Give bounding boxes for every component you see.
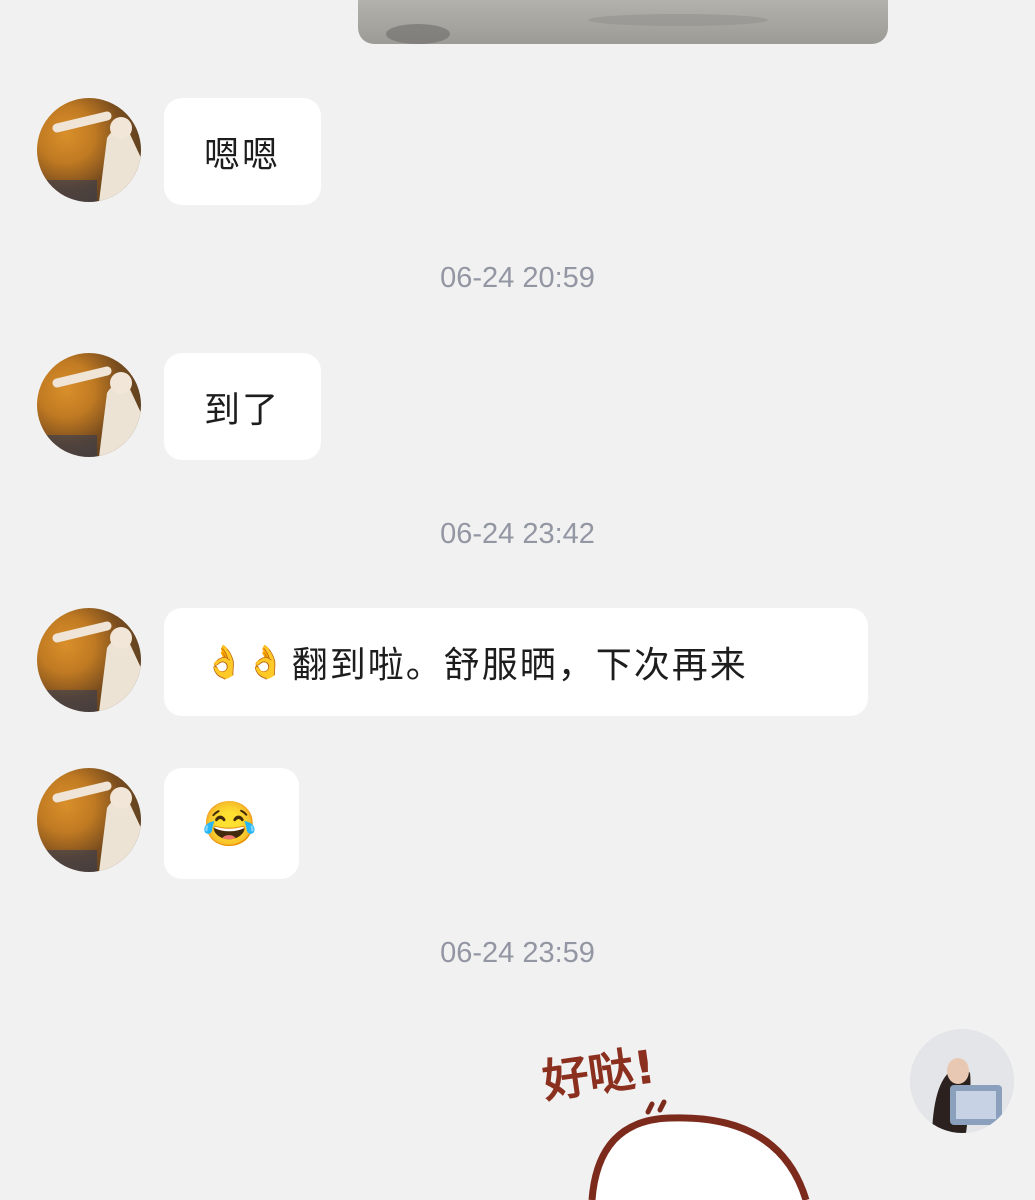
contact-avatar[interactable] (37, 353, 141, 457)
sticker-character-icon (588, 1099, 810, 1200)
timestamp: 06-24 23:42 (440, 518, 595, 550)
contact-avatar[interactable] (37, 98, 141, 202)
ok-hand-emoji-icon: 👌👌 (204, 643, 288, 681)
contact-avatar[interactable] (37, 608, 141, 712)
message-text: 嗯嗯 (204, 134, 281, 176)
avatar-image (37, 111, 141, 202)
sticker-message[interactable]: 好哒! (520, 1010, 880, 1200)
photo-message[interactable] (358, 0, 888, 44)
message-text: 到了 (204, 389, 281, 431)
timestamp: 06-24 23:59 (440, 937, 595, 969)
avatar-image (37, 366, 141, 457)
avatar-image (910, 1029, 1014, 1133)
timestamp: 06-24 20:59 (440, 262, 595, 294)
laughing-emoji-icon: 😂 (202, 798, 259, 850)
contact-avatar[interactable] (37, 768, 141, 872)
avatar-image (37, 621, 141, 712)
message-bubble[interactable]: 嗯嗯 (164, 98, 321, 205)
avatar-image (37, 781, 141, 872)
message-text: 翻到啦。舒服晒，下次再来 (291, 645, 748, 686)
message-bubble[interactable]: 到了 (164, 353, 321, 460)
my-avatar[interactable] (910, 1029, 1014, 1133)
message-bubble[interactable]: 😂 (164, 768, 299, 879)
photo-thumbnail (386, 14, 768, 44)
message-bubble[interactable]: 👌👌 翻到啦。舒服晒，下次再来 (164, 608, 868, 716)
